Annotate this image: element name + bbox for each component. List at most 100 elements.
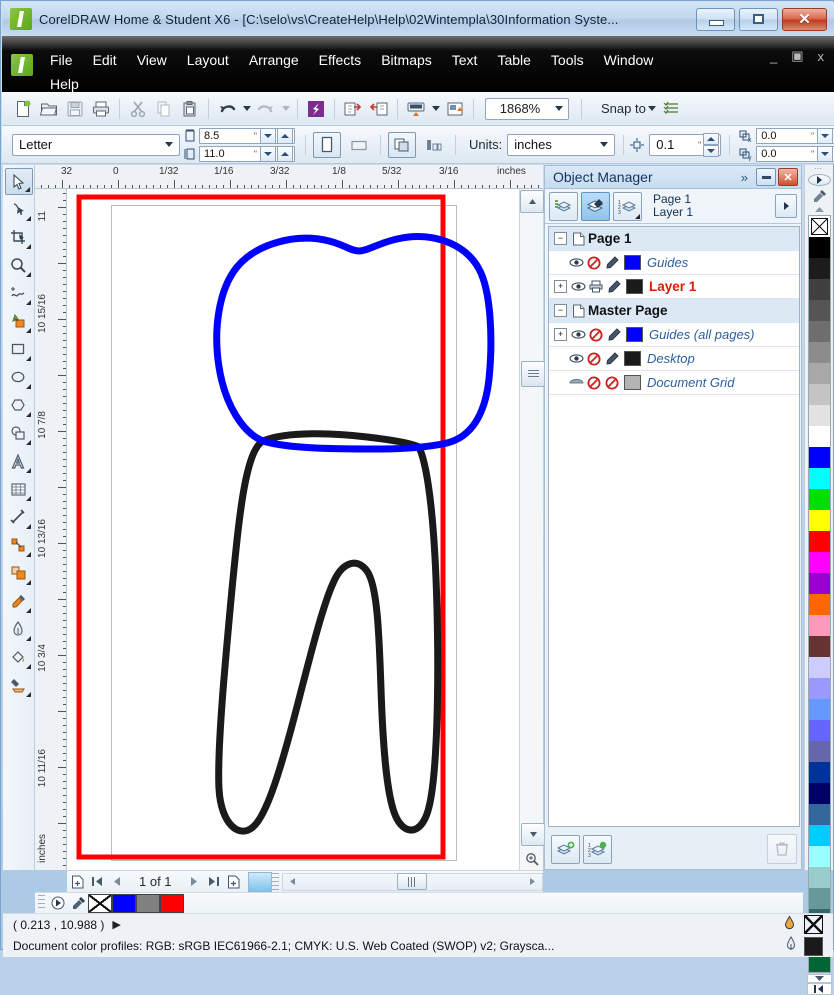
palette-swatch[interactable] xyxy=(808,720,830,741)
menu-item-window[interactable]: Window xyxy=(594,50,664,70)
portrait-orientation-button[interactable] xyxy=(313,131,341,158)
smart-fill-tool[interactable] xyxy=(5,308,33,335)
color-eyedropper-tool[interactable] xyxy=(5,588,33,615)
menu-item-view[interactable]: View xyxy=(127,50,177,70)
pencil-icon[interactable] xyxy=(604,255,620,271)
scroll-right-button[interactable] xyxy=(522,872,542,892)
cut-button[interactable] xyxy=(126,97,150,121)
page-width-up-button[interactable] xyxy=(277,127,293,144)
current-page-button[interactable] xyxy=(420,132,448,158)
palette-swatch[interactable] xyxy=(808,489,830,510)
expand-expander[interactable]: + xyxy=(554,280,567,293)
close-button[interactable]: ✕ xyxy=(782,7,827,31)
palette-flyout-icon[interactable] xyxy=(48,894,68,912)
palette-swatch[interactable] xyxy=(808,384,830,405)
all-pages-button[interactable] xyxy=(388,131,416,158)
open-document-button[interactable] xyxy=(37,97,61,121)
layer-color-swatch[interactable] xyxy=(624,351,641,366)
pencil-icon[interactable] xyxy=(604,351,620,367)
outline-pen-tool[interactable] xyxy=(5,616,33,643)
layer-color-swatch[interactable] xyxy=(626,327,643,342)
outline-pen-icon[interactable] xyxy=(784,936,798,956)
fill-tool[interactable] xyxy=(5,644,33,671)
new-layer-button[interactable] xyxy=(551,834,580,864)
search-content-button[interactable] xyxy=(304,97,328,121)
expand-expander[interactable]: + xyxy=(554,328,567,341)
undo-button[interactable] xyxy=(215,97,239,121)
palette-swatch[interactable] xyxy=(808,615,830,636)
eye-icon[interactable] xyxy=(570,279,586,295)
color-palette[interactable]: ⋯ xyxy=(804,164,833,995)
quick-color-blue[interactable] xyxy=(112,893,136,913)
status-expand-arrow[interactable]: ▶ xyxy=(104,918,120,931)
import-button[interactable] xyxy=(341,97,365,121)
guides-all-pages-row[interactable]: + Guides (all pages) xyxy=(549,323,799,347)
layer-color-swatch[interactable] xyxy=(624,255,641,270)
paper-type-dropdown-icon[interactable] xyxy=(159,135,179,155)
publish-pdf-dropdown[interactable] xyxy=(429,98,442,120)
scroll-up-button[interactable] xyxy=(520,190,544,213)
palette-swatch[interactable] xyxy=(808,636,830,657)
snap-options-icon[interactable] xyxy=(660,97,684,121)
desktop-row[interactable]: Desktop xyxy=(549,347,799,371)
minimize-button[interactable] xyxy=(696,7,735,31)
duplicate-y-down-button[interactable] xyxy=(817,145,834,162)
landscape-orientation-button[interactable] xyxy=(345,132,373,158)
ellipse-tool[interactable] xyxy=(5,364,33,391)
palette-swatch[interactable] xyxy=(808,342,830,363)
palette-swatch[interactable] xyxy=(808,237,830,258)
palette-swatch[interactable] xyxy=(808,783,830,804)
palette-swatch[interactable] xyxy=(808,468,830,489)
edit-across-layers-button[interactable] xyxy=(581,191,610,221)
quick-color-none[interactable] xyxy=(88,893,112,913)
docker-options-flyout-button[interactable] xyxy=(775,194,797,218)
edit-disabled-icon[interactable] xyxy=(604,375,620,391)
palette-swatch[interactable] xyxy=(808,258,830,279)
add-page-start-button[interactable] xyxy=(67,872,87,892)
document-restore-button[interactable]: ▣ xyxy=(791,48,803,64)
eye-icon[interactable] xyxy=(570,327,586,343)
crop-tool[interactable] xyxy=(5,224,33,251)
vertical-ruler[interactable]: 11 10 15/16 10 7/8 10 13/16 10 3/4 10 11… xyxy=(35,189,67,870)
last-page-button[interactable] xyxy=(204,872,224,892)
quick-color-gray[interactable] xyxy=(136,893,160,913)
duplicate-y-input[interactable]: 0.0 " xyxy=(756,145,834,162)
palette-swatch[interactable] xyxy=(808,846,830,867)
palette-swatch[interactable] xyxy=(808,279,830,300)
menu-item-layout[interactable]: Layout xyxy=(177,50,239,70)
eye-icon[interactable] xyxy=(568,255,584,271)
scroll-up-icon[interactable] xyxy=(808,206,831,213)
zoom-level-combo[interactable]: 1868% xyxy=(485,97,569,120)
redo-dropdown[interactable] xyxy=(279,98,292,120)
page-1-group[interactable]: − Page 1 xyxy=(549,227,799,251)
units-combo[interactable]: inches xyxy=(507,133,616,156)
canvas-vertical-scrollbar[interactable] xyxy=(519,189,545,870)
docker-close-button[interactable]: ✕ xyxy=(778,168,798,186)
palette-swatch[interactable] xyxy=(808,762,830,783)
paste-button[interactable] xyxy=(178,97,202,121)
text-tool[interactable] xyxy=(5,448,33,475)
palette-swatch[interactable] xyxy=(808,447,830,468)
application-launcher-button[interactable] xyxy=(443,97,467,121)
freehand-tool[interactable] xyxy=(5,280,33,307)
scroll-left-button[interactable] xyxy=(283,872,303,892)
blend-tool[interactable] xyxy=(5,560,33,587)
redo-button[interactable] xyxy=(254,97,278,121)
table-tool[interactable] xyxy=(5,476,33,503)
page-height-input[interactable]: 11.0 " xyxy=(199,145,295,162)
document-grid-row[interactable]: Document Grid xyxy=(549,371,799,395)
drawing-canvas[interactable] xyxy=(67,189,519,870)
nudge-up-button[interactable] xyxy=(703,132,720,145)
show-object-properties-button[interactable] xyxy=(549,191,578,221)
pencil-icon[interactable] xyxy=(606,327,622,343)
guides-layer-row[interactable]: Guides xyxy=(549,251,799,275)
palette-swatch[interactable] xyxy=(808,426,830,447)
new-document-button[interactable] xyxy=(11,97,35,121)
print-disabled-icon[interactable] xyxy=(586,375,602,391)
first-page-button[interactable] xyxy=(87,872,107,892)
nudge-distance-input[interactable]: 0.1 " xyxy=(649,132,722,157)
shape-tool[interactable] xyxy=(5,196,33,223)
new-master-layer-button[interactable]: 123 xyxy=(583,834,612,864)
page-tab[interactable] xyxy=(247,871,272,892)
palette-swatch[interactable] xyxy=(808,573,830,594)
